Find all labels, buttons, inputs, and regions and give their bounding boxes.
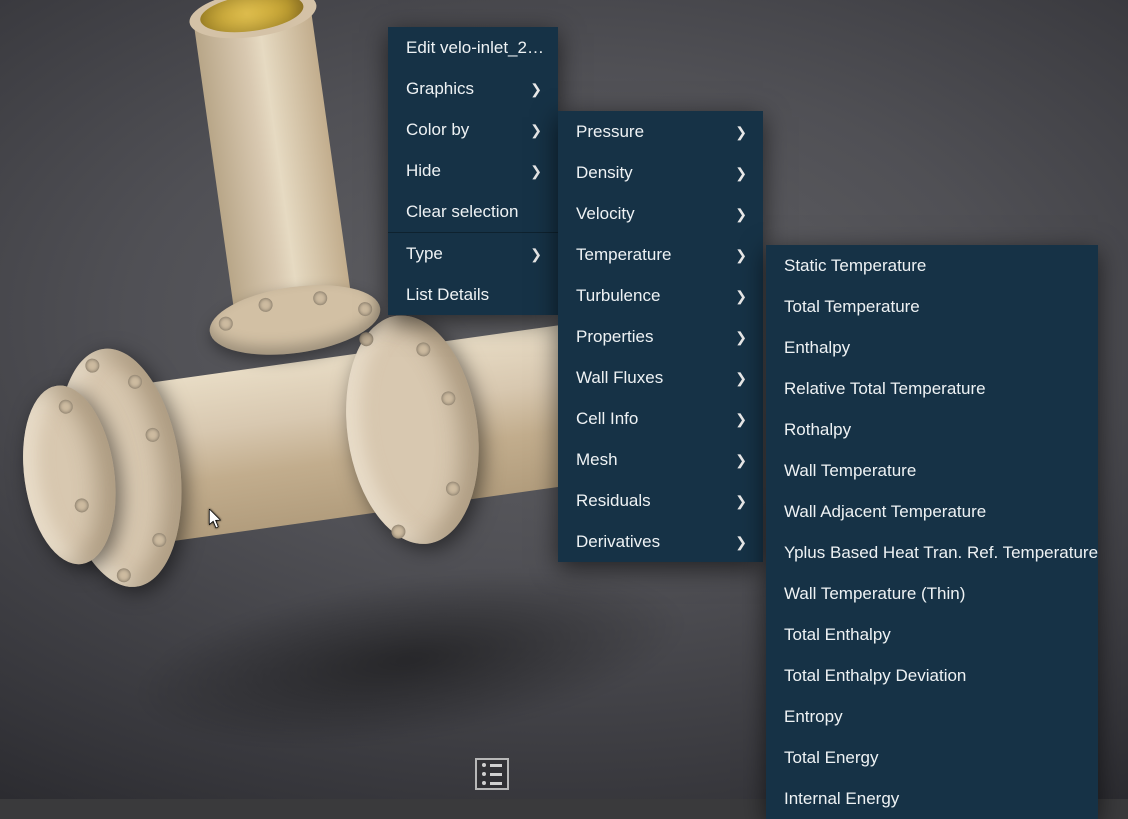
chevron-right-icon: ❯ bbox=[735, 535, 747, 549]
menu-item-edit[interactable]: Edit velo-inlet_2… bbox=[388, 27, 558, 68]
menu-item-label: List Details bbox=[406, 286, 489, 303]
menu-item-label: Density bbox=[576, 164, 633, 181]
chevron-right-icon: ❯ bbox=[735, 453, 747, 467]
menu-item-label: Derivatives bbox=[576, 533, 660, 550]
menu-item-label: Velocity bbox=[576, 205, 635, 222]
menu-item-label: Total Enthalpy Deviation bbox=[784, 667, 966, 684]
menu-item-label: Enthalpy bbox=[784, 339, 850, 356]
chevron-right-icon: ❯ bbox=[530, 123, 542, 137]
temp-item-wall-temperature-thin[interactable]: Wall Temperature (Thin) bbox=[766, 573, 1098, 614]
menu-item-label: Hide bbox=[406, 162, 441, 179]
menu-item-label: Properties bbox=[576, 328, 653, 345]
menu-item-color-by[interactable]: Color by ❯ bbox=[388, 109, 558, 150]
menu-item-type[interactable]: Type ❯ bbox=[388, 233, 558, 274]
chevron-right-icon: ❯ bbox=[530, 164, 542, 178]
temp-item-total-enthalpy-deviation[interactable]: Total Enthalpy Deviation bbox=[766, 655, 1098, 696]
chevron-right-icon: ❯ bbox=[735, 166, 747, 180]
temp-item-entropy[interactable]: Entropy bbox=[766, 696, 1098, 737]
submenu-item-velocity[interactable]: Velocity ❯ bbox=[558, 193, 763, 234]
temp-item-total-enthalpy[interactable]: Total Enthalpy bbox=[766, 614, 1098, 655]
chevron-right-icon: ❯ bbox=[735, 330, 747, 344]
menu-item-graphics[interactable]: Graphics ❯ bbox=[388, 68, 558, 109]
temp-item-total-temperature[interactable]: Total Temperature bbox=[766, 286, 1098, 327]
chevron-right-icon: ❯ bbox=[735, 494, 747, 508]
chevron-right-icon: ❯ bbox=[735, 207, 747, 221]
submenu-item-properties[interactable]: Properties ❯ bbox=[558, 316, 763, 357]
context-menu: Edit velo-inlet_2… Graphics ❯ Color by ❯… bbox=[388, 27, 558, 315]
temp-item-relative-total-temperature[interactable]: Relative Total Temperature bbox=[766, 368, 1098, 409]
temp-item-wall-adjacent-temperature[interactable]: Wall Adjacent Temperature bbox=[766, 491, 1098, 532]
mouse-cursor-icon bbox=[209, 509, 223, 529]
submenu-item-pressure[interactable]: Pressure ❯ bbox=[558, 111, 763, 152]
temp-item-enthalpy[interactable]: Enthalpy bbox=[766, 327, 1098, 368]
menu-item-label: Wall Temperature (Thin) bbox=[784, 585, 965, 602]
menu-item-label: Edit velo-inlet_2… bbox=[406, 39, 544, 56]
submenu-item-wall-fluxes[interactable]: Wall Fluxes ❯ bbox=[558, 357, 763, 398]
menu-item-label: Color by bbox=[406, 121, 469, 138]
chevron-right-icon: ❯ bbox=[735, 289, 747, 303]
menu-item-label: Rothalpy bbox=[784, 421, 851, 438]
temp-item-wall-temperature[interactable]: Wall Temperature bbox=[766, 450, 1098, 491]
submenu-temperature: Static Temperature Total Temperature Ent… bbox=[766, 245, 1098, 819]
menu-item-label: Wall Adjacent Temperature bbox=[784, 503, 986, 520]
submenu-color-by: Pressure ❯ Density ❯ Velocity ❯ Temperat… bbox=[558, 111, 763, 562]
submenu-item-mesh[interactable]: Mesh ❯ bbox=[558, 439, 763, 480]
menu-item-label: Wall Fluxes bbox=[576, 369, 663, 386]
list-toggle-button[interactable] bbox=[475, 758, 509, 790]
menu-item-label: Total Temperature bbox=[784, 298, 920, 315]
chevron-right-icon: ❯ bbox=[735, 125, 747, 139]
menu-item-label: Cell Info bbox=[576, 410, 638, 427]
submenu-item-density[interactable]: Density ❯ bbox=[558, 152, 763, 193]
submenu-item-residuals[interactable]: Residuals ❯ bbox=[558, 480, 763, 521]
submenu-item-derivatives[interactable]: Derivatives ❯ bbox=[558, 521, 763, 562]
temp-item-static-temperature[interactable]: Static Temperature bbox=[766, 245, 1098, 286]
chevron-right-icon: ❯ bbox=[735, 412, 747, 426]
menu-item-label: Turbulence bbox=[576, 287, 660, 304]
menu-item-label: Pressure bbox=[576, 123, 644, 140]
menu-item-label: Entropy bbox=[784, 708, 843, 725]
menu-item-label: Graphics bbox=[406, 80, 474, 97]
submenu-item-temperature[interactable]: Temperature ❯ bbox=[558, 234, 763, 275]
viewport-3d[interactable]: Edit velo-inlet_2… Graphics ❯ Color by ❯… bbox=[0, 0, 1128, 799]
menu-item-label: Wall Temperature bbox=[784, 462, 916, 479]
menu-item-label: Total Energy bbox=[784, 749, 879, 766]
chevron-right-icon: ❯ bbox=[735, 371, 747, 385]
temp-item-rothalpy[interactable]: Rothalpy bbox=[766, 409, 1098, 450]
menu-item-label: Relative Total Temperature bbox=[784, 380, 986, 397]
submenu-item-turbulence[interactable]: Turbulence ❯ bbox=[558, 275, 763, 316]
menu-item-label: Static Temperature bbox=[784, 257, 926, 274]
temp-item-total-energy[interactable]: Total Energy bbox=[766, 737, 1098, 778]
menu-item-label: Residuals bbox=[576, 492, 651, 509]
menu-item-label: Type bbox=[406, 245, 443, 262]
menu-item-label: Yplus Based Heat Tran. Ref. Temperature bbox=[784, 544, 1098, 561]
temp-item-yplus-heat-tran-ref-temp[interactable]: Yplus Based Heat Tran. Ref. Temperature bbox=[766, 532, 1098, 573]
menu-item-label: Mesh bbox=[576, 451, 618, 468]
menu-item-label: Clear selection bbox=[406, 203, 518, 220]
chevron-right-icon: ❯ bbox=[530, 247, 542, 261]
menu-item-label: Temperature bbox=[576, 246, 671, 263]
menu-item-clear-selection[interactable]: Clear selection bbox=[388, 191, 558, 232]
menu-item-hide[interactable]: Hide ❯ bbox=[388, 150, 558, 191]
menu-item-label: Total Enthalpy bbox=[784, 626, 891, 643]
menu-item-list-details[interactable]: List Details bbox=[388, 274, 558, 315]
chevron-right-icon: ❯ bbox=[735, 248, 747, 262]
submenu-item-cell-info[interactable]: Cell Info ❯ bbox=[558, 398, 763, 439]
chevron-right-icon: ❯ bbox=[530, 82, 542, 96]
